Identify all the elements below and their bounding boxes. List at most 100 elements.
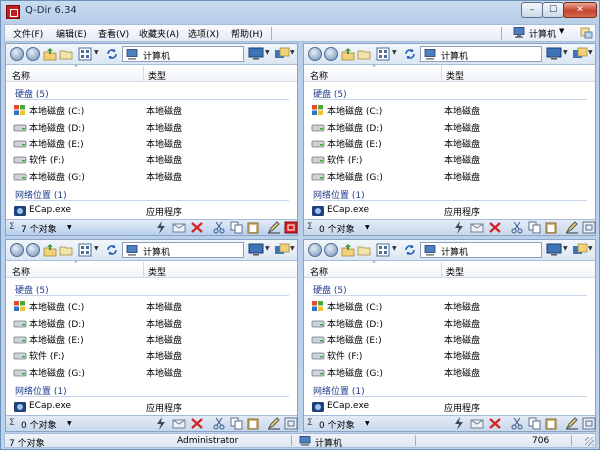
chevron-down-icon[interactable]: ▼ <box>365 224 370 231</box>
list-item[interactable]: 本地磁盘 (C:) 本地磁盘 <box>13 298 293 314</box>
refresh-icon[interactable] <box>403 47 417 61</box>
folder-icon[interactable] <box>59 243 73 257</box>
copy-icon[interactable] <box>528 417 542 430</box>
paste-icon[interactable] <box>544 221 558 234</box>
chevron-down-icon[interactable]: ▼ <box>94 245 99 252</box>
up-folder-icon[interactable] <box>43 243 57 257</box>
chevron-down-icon[interactable]: ▼ <box>563 245 568 252</box>
mail-icon[interactable] <box>470 221 484 234</box>
cut-icon[interactable] <box>212 417 226 430</box>
refresh-icon[interactable] <box>105 243 119 257</box>
column-type[interactable]: 类型 <box>446 69 464 82</box>
menu-help[interactable]: 帮助(H) <box>231 27 263 40</box>
list-item[interactable]: 软件 (F:) 本地磁盘 <box>13 347 293 363</box>
list-item[interactable]: ECap.exe 应用程序 <box>311 203 591 219</box>
folder-view-icon[interactable] <box>572 47 588 60</box>
column-divider[interactable] <box>441 66 442 82</box>
menu-favorites[interactable]: 收藏夹(A) <box>139 27 179 40</box>
chevron-down-icon[interactable]: ▼ <box>265 245 270 252</box>
paste-icon[interactable] <box>544 417 558 430</box>
cut-icon[interactable] <box>510 417 524 430</box>
mail-icon[interactable] <box>470 417 484 430</box>
delete-icon[interactable] <box>190 417 204 430</box>
list-item[interactable]: 本地磁盘 (C:) 本地磁盘 <box>311 298 591 314</box>
column-name[interactable]: 名称 <box>12 69 30 82</box>
column-type[interactable]: 类型 <box>148 69 166 82</box>
rename-icon[interactable] <box>565 417 579 430</box>
forward-icon[interactable] <box>324 243 338 257</box>
lightning-icon[interactable] <box>154 417 168 430</box>
rename-icon[interactable] <box>267 221 281 234</box>
column-divider[interactable] <box>441 262 442 278</box>
minimize-button[interactable]: – <box>521 2 543 18</box>
explorer-pane-top-right[interactable]: ▼ 计算机 ▼ ▼ 名称 ⌃ 类型 硬盘 (5) 本地磁盘 (C:) 本地磁盘 <box>303 43 596 236</box>
back-icon[interactable] <box>10 47 24 61</box>
list-item[interactable]: 本地磁盘 (E:) 本地磁盘 <box>311 331 591 347</box>
maximize-button[interactable]: ☐ <box>542 2 564 18</box>
view-grid-icon[interactable] <box>376 47 390 61</box>
address-bar[interactable]: 计算机 <box>122 46 244 62</box>
tools-icon[interactable] <box>580 27 593 39</box>
lightning-icon[interactable] <box>154 221 168 234</box>
close-button[interactable]: ✕ <box>563 2 597 18</box>
column-divider[interactable] <box>143 66 144 82</box>
chevron-down-icon[interactable]: ▼ <box>365 420 370 427</box>
list-item[interactable]: 本地磁盘 (G:) 本地磁盘 <box>311 168 591 184</box>
resize-grip-icon[interactable] <box>585 437 594 446</box>
lightning-icon[interactable] <box>452 417 466 430</box>
menu-options[interactable]: 选项(X) <box>188 27 219 40</box>
column-type[interactable]: 类型 <box>148 265 166 278</box>
menu-edit[interactable]: 编辑(E) <box>56 27 87 40</box>
menu-view[interactable]: 查看(V) <box>98 27 129 40</box>
list-item[interactable]: 软件 (F:) 本地磁盘 <box>13 151 293 167</box>
mail-icon[interactable] <box>172 221 186 234</box>
list-item[interactable]: 本地磁盘 (E:) 本地磁盘 <box>311 135 591 151</box>
delete-icon[interactable] <box>488 417 502 430</box>
explorer-pane-top-left[interactable]: ▼ 计算机 ▼ ▼ 名称 ⌃ 类型 硬盘 (5) 本地磁盘 (C:) 本地磁盘 <box>5 43 298 236</box>
address-bar[interactable]: 计算机 <box>122 242 244 258</box>
list-item[interactable]: 软件 (F:) 本地磁盘 <box>311 347 591 363</box>
cut-icon[interactable] <box>212 221 226 234</box>
chevron-down-icon[interactable]: ▼ <box>563 49 568 56</box>
chevron-down-icon[interactable]: ▼ <box>290 245 295 252</box>
column-name[interactable]: 名称 <box>12 265 30 278</box>
chevron-down-icon[interactable]: ▼ <box>588 49 593 56</box>
address-bar[interactable]: 计算机 <box>420 242 542 258</box>
delete-icon[interactable] <box>190 221 204 234</box>
view-grid-icon[interactable] <box>78 47 92 61</box>
list-item[interactable]: ECap.exe 应用程序 <box>311 399 591 415</box>
list-item[interactable]: 本地磁盘 (G:) 本地磁盘 <box>13 364 293 380</box>
back-icon[interactable] <box>10 243 24 257</box>
chevron-down-icon[interactable]: ▼ <box>67 420 72 427</box>
up-folder-icon[interactable] <box>43 47 57 61</box>
forward-icon[interactable] <box>324 47 338 61</box>
up-folder-icon[interactable] <box>341 47 355 61</box>
list-item[interactable]: 本地磁盘 (D:) 本地磁盘 <box>311 315 591 331</box>
view-grid-icon[interactable] <box>376 243 390 257</box>
forward-icon[interactable] <box>26 47 40 61</box>
lightning-icon[interactable] <box>452 221 466 234</box>
chevron-down-icon[interactable]: ▼ <box>588 245 593 252</box>
rename-icon[interactable] <box>267 417 281 430</box>
properties-icon[interactable] <box>284 221 298 234</box>
folder-icon[interactable] <box>357 47 371 61</box>
list-item[interactable]: 本地磁盘 (D:) 本地磁盘 <box>13 315 293 331</box>
copy-icon[interactable] <box>230 221 244 234</box>
view-grid-icon[interactable] <box>78 243 92 257</box>
column-name[interactable]: 名称 <box>310 69 328 82</box>
chevron-down-icon[interactable]: ▼ <box>392 49 397 56</box>
list-item[interactable]: ECap.exe 应用程序 <box>13 203 293 219</box>
list-item[interactable]: 本地磁盘 (G:) 本地磁盘 <box>13 168 293 184</box>
title-bar[interactable]: Q-Dir 6.34 – ☐ ✕ <box>1 1 599 23</box>
list-item[interactable]: ECap.exe 应用程序 <box>13 399 293 415</box>
menu-file[interactable]: 文件(F) <box>13 27 43 40</box>
chevron-down-icon[interactable]: ▼ <box>392 245 397 252</box>
refresh-icon[interactable] <box>403 243 417 257</box>
monitor-view-icon[interactable] <box>248 47 264 60</box>
rename-icon[interactable] <box>565 221 579 234</box>
chevron-down-icon[interactable]: ▼ <box>67 224 72 231</box>
chevron-down-icon[interactable]: ▼ <box>94 49 99 56</box>
refresh-icon[interactable] <box>105 47 119 61</box>
chevron-down-icon[interactable]: ▼ <box>290 49 295 56</box>
cut-icon[interactable] <box>510 221 524 234</box>
